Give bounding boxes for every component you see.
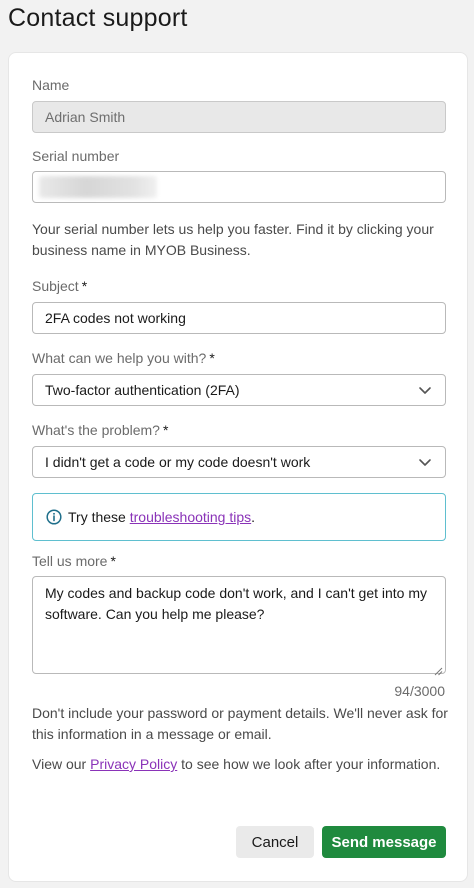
subject-label: Subject * [32,278,87,294]
subject-field[interactable]: 2FA codes not working [32,302,446,334]
serial-number-help: Your serial number lets us help you fast… [32,221,434,258]
privacy-prefix: View our [32,756,87,772]
serial-number-field[interactable] [32,171,446,203]
help-with-label-text: What can we help you with? [32,350,207,366]
help-with-select[interactable]: Two-factor authentication (2FA) [32,374,446,406]
help-with-selected-value: Two-factor authentication (2FA) [45,382,240,398]
required-mark: * [209,350,215,366]
tell-us-more-label-text: Tell us more [32,553,108,569]
character-counter: 94/3000 [394,683,445,699]
serial-number-redacted [39,176,157,198]
required-mark: * [110,553,116,569]
send-message-button[interactable]: Send message [322,826,446,858]
tip-suffix: . [251,509,256,525]
privacy-notice: Don't include your password or payment d… [32,705,448,742]
page-title: Contact support [8,4,188,32]
required-mark: * [81,278,88,294]
tell-us-more-value: My codes and backup code don't work, and… [45,585,428,622]
contact-form-card: Name Adrian Smith Serial number Your ser… [8,52,468,882]
tip-prefix: Try these [68,509,126,525]
problem-selected-value: I didn't get a code or my code doesn't w… [45,454,311,470]
tell-us-more-label: Tell us more * [32,553,116,569]
troubleshooting-tip-box: Try these troubleshooting tips. [32,493,446,541]
name-field: Adrian Smith [32,101,446,133]
name-label: Name [32,77,70,93]
serial-number-label: Serial number [32,148,120,164]
chevron-down-icon [417,382,433,398]
subject-label-text: Subject [32,278,79,294]
cancel-button[interactable]: Cancel [236,826,314,858]
privacy-policy-text: View our Privacy Policy to see how we lo… [32,754,452,775]
resize-handle-icon[interactable] [433,661,443,676]
required-mark: * [162,422,169,438]
tell-us-more-textarea[interactable]: My codes and backup code don't work, and… [32,576,446,676]
privacy-suffix: to see how we look after your informatio… [181,756,441,772]
problem-select[interactable]: I didn't get a code or my code doesn't w… [32,446,446,478]
problem-label-text: What's the problem? [32,422,160,438]
troubleshooting-tips-link[interactable]: troubleshooting tips [130,509,251,525]
chevron-down-icon [417,454,433,470]
info-icon [46,509,62,525]
problem-label: What's the problem? * [32,422,168,438]
help-with-label: What can we help you with? * [32,350,215,366]
privacy-policy-link[interactable]: Privacy Policy [90,756,177,772]
